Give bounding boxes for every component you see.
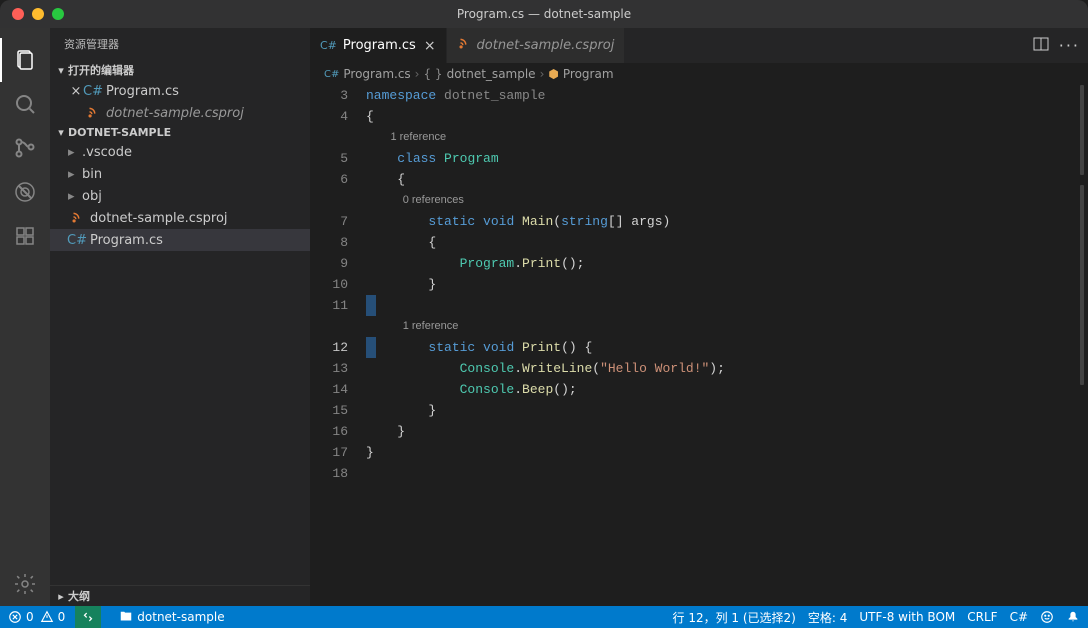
close-window[interactable]	[12, 8, 24, 20]
tree-obj[interactable]: ▸obj	[50, 185, 310, 207]
window-controls	[12, 8, 64, 20]
title-bar: Program.cs — dotnet-sample	[0, 0, 1088, 28]
code-editor[interactable]: 3 4 5 6 7 8 9 10 11 12 13 14 15 16 17 18	[310, 85, 1088, 606]
status-branch[interactable]: dotnet-sample	[119, 610, 224, 624]
minimize-window[interactable]	[32, 8, 44, 20]
codelens[interactable]: 1 reference	[390, 131, 446, 143]
open-editors-section[interactable]: ▾打开的编辑器	[50, 60, 310, 80]
codelens[interactable]: 0 references	[403, 194, 464, 206]
editor-area: C# Program.cs × dotnet-sample.csproj ···…	[310, 28, 1088, 606]
status-feedback-icon[interactable]	[1040, 610, 1054, 624]
split-editor-icon[interactable]	[1033, 36, 1049, 56]
code-content[interactable]: namespace dotnet_sample { 1 reference cl…	[366, 85, 1088, 606]
codelens[interactable]: 1 reference	[403, 320, 459, 332]
close-tab-icon[interactable]: ×	[424, 38, 436, 54]
open-file-program[interactable]: × C# Program.cs	[50, 80, 310, 102]
sidebar-title: 资源管理器	[50, 28, 310, 60]
status-encoding[interactable]: UTF-8 with BOM	[859, 610, 955, 624]
tree-bin[interactable]: ▸bin	[50, 163, 310, 185]
selection	[366, 337, 376, 358]
xml-icon	[84, 105, 102, 121]
more-actions-icon[interactable]: ···	[1059, 36, 1080, 55]
tab-program[interactable]: C# Program.cs ×	[310, 28, 447, 63]
status-bell-icon[interactable]	[1066, 610, 1080, 624]
xml-icon	[457, 37, 471, 55]
csharp-icon: C#	[320, 39, 337, 52]
csharp-icon: C#	[324, 69, 339, 80]
status-cursor[interactable]: 行 12，列 1 (已选择2)	[673, 609, 796, 626]
class-icon: ⬢	[548, 67, 558, 81]
extensions-icon[interactable]	[1, 214, 49, 258]
tab-bar: C# Program.cs × dotnet-sample.csproj ···	[310, 28, 1088, 63]
source-control-icon[interactable]	[1, 126, 49, 170]
status-indent[interactable]: 空格: 4	[808, 609, 848, 626]
status-bar: 0 0 dotnet-sample 行 12，列 1 (已选择2) 空格: 4 …	[0, 606, 1088, 628]
settings-gear-icon[interactable]	[1, 562, 49, 606]
window-title: Program.cs — dotnet-sample	[457, 7, 631, 21]
zoom-window[interactable]	[52, 8, 64, 20]
tab-csproj[interactable]: dotnet-sample.csproj	[447, 28, 626, 63]
csharp-icon: C#	[84, 83, 102, 99]
minimap[interactable]	[1072, 85, 1088, 445]
csharp-icon: C#	[68, 232, 86, 248]
tree-vscode[interactable]: ▸.vscode	[50, 141, 310, 163]
status-warnings[interactable]: 0	[40, 610, 66, 624]
explorer-icon[interactable]	[1, 38, 49, 82]
outline-section[interactable]: ▸大纲	[50, 585, 310, 606]
project-section[interactable]: ▾DOTNET-SAMPLE	[50, 124, 310, 141]
close-icon[interactable]: ×	[68, 84, 84, 99]
breadcrumb[interactable]: C# Program.cs › { } dotnet_sample › ⬢ Pr…	[310, 63, 1088, 85]
xml-icon	[68, 210, 86, 226]
line-gutter: 3 4 5 6 7 8 9 10 11 12 13 14 15 16 17 18	[310, 85, 366, 606]
selection	[366, 295, 376, 316]
status-lang[interactable]: C#	[1010, 610, 1028, 624]
status-errors[interactable]: 0	[8, 610, 34, 624]
debug-icon[interactable]	[1, 170, 49, 214]
status-remote[interactable]	[75, 606, 101, 628]
open-file-csproj[interactable]: dotnet-sample.csproj	[50, 102, 310, 124]
tree-csproj[interactable]: dotnet-sample.csproj	[50, 207, 310, 229]
tree-program[interactable]: C#Program.cs	[50, 229, 310, 251]
status-eol[interactable]: CRLF	[967, 610, 997, 624]
search-icon[interactable]	[1, 82, 49, 126]
explorer-sidebar: 资源管理器 ▾打开的编辑器 × C# Program.cs dotnet-sam…	[50, 28, 310, 606]
activity-bar	[0, 28, 50, 606]
